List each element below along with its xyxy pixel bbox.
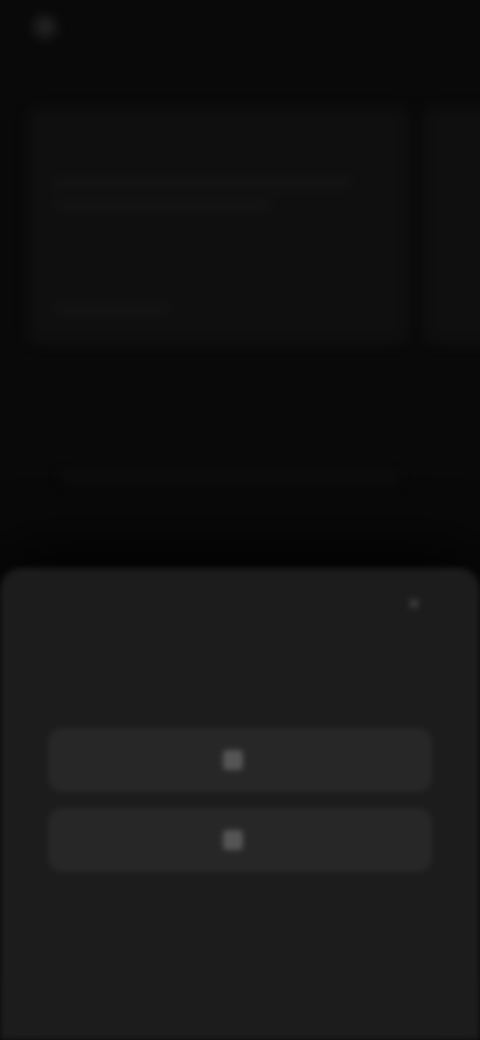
brand-logo-icon — [34, 16, 56, 38]
app-icon — [223, 750, 243, 770]
section-text-line — [60, 474, 400, 482]
screen: × — [0, 0, 480, 1040]
card-text-line — [52, 178, 352, 188]
card-text-line — [52, 304, 172, 314]
close-icon[interactable]: × — [402, 592, 426, 616]
content-card[interactable] — [424, 108, 480, 344]
sheet-option-button-1[interactable] — [48, 728, 432, 792]
brand[interactable] — [34, 16, 66, 38]
bottom-sheet: × — [0, 568, 480, 1040]
sheet-option-button-2[interactable] — [48, 808, 432, 872]
card-text-line — [52, 200, 272, 210]
content-card[interactable] — [28, 108, 408, 344]
top-bar — [0, 0, 480, 80]
app-icon — [223, 830, 243, 850]
